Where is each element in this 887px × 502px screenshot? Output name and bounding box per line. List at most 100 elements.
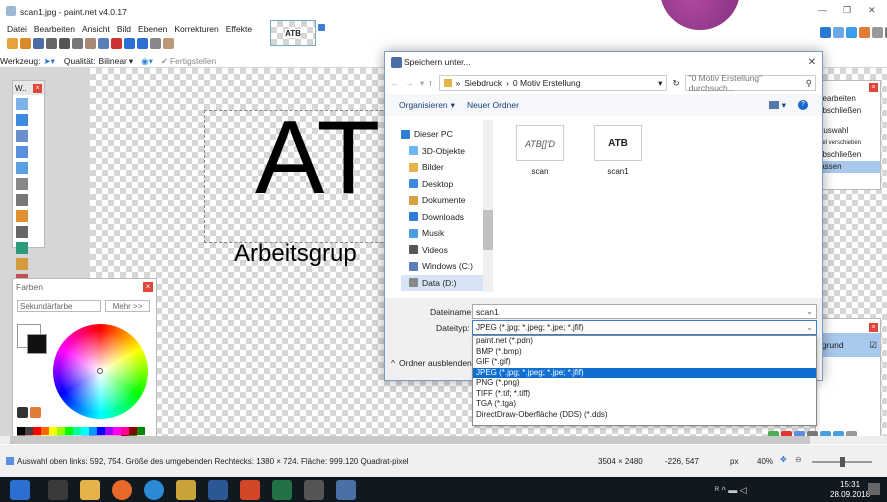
ruler-icon[interactable] (163, 38, 174, 49)
bucket-icon[interactable] (16, 210, 28, 222)
search-input[interactable]: "0 Motiv Erstellung" durchsuch... (689, 73, 806, 93)
browser-icon[interactable] (144, 479, 164, 500)
cut-icon[interactable] (59, 38, 70, 49)
start-icon[interactable] (10, 479, 30, 500)
close-button[interactable]: ✕ (868, 5, 876, 16)
tab-dropdown-icon[interactable] (318, 24, 325, 31)
search-box[interactable]: "0 Motiv Erstellung" durchsuch... ⚲ (684, 73, 816, 93)
gradient-icon[interactable] (16, 226, 28, 238)
excel-icon[interactable] (272, 479, 292, 500)
pan-icon[interactable] (16, 178, 28, 190)
filetype-option[interactable]: DirectDraw-Oberfläche (DDS) (*.dds) (473, 410, 816, 421)
powerpoint-icon[interactable] (240, 479, 260, 500)
crop-icon[interactable] (98, 38, 109, 49)
file-item[interactable]: ATB[]'D scan (509, 125, 571, 187)
settings-app-icon[interactable] (304, 479, 324, 500)
palette-icon[interactable] (17, 407, 28, 418)
zoom-slider[interactable] (812, 457, 872, 467)
paste-icon[interactable] (85, 38, 96, 49)
file-item[interactable]: ATB scan1 (587, 125, 649, 187)
clock[interactable]: 15:31 28.09.2018 (830, 480, 870, 500)
nav-drive-c[interactable]: Windows (C:) (401, 258, 485, 275)
tools-panel-close[interactable]: × (33, 83, 42, 93)
filetype-option[interactable]: GIF (*.gif) (473, 357, 816, 368)
colors-toggle-icon[interactable] (859, 27, 870, 38)
nav-scrollbar[interactable] (483, 120, 493, 292)
move-icon[interactable] (16, 114, 28, 126)
refresh-icon[interactable]: ↻ (672, 78, 679, 89)
filetype-dropdown-list[interactable]: paint.net (*.pdn) BMP (*.bmp) GIF (*.gif… (472, 335, 817, 426)
minimize-button[interactable]: — (818, 5, 827, 15)
dialog-close-button[interactable]: ✕ (808, 57, 816, 68)
zoom-icon[interactable] (16, 162, 28, 174)
print-icon[interactable] (46, 38, 57, 49)
tools-toggle-icon[interactable] (820, 27, 831, 38)
finish-button[interactable]: Fertigstellen (170, 56, 216, 66)
menu-ebenen[interactable]: Ebenen (138, 24, 167, 34)
color-wheel[interactable] (53, 324, 148, 419)
notification-icon[interactable] (868, 483, 880, 495)
copy-icon[interactable] (72, 38, 83, 49)
nav-pictures[interactable]: Bilder (401, 159, 485, 176)
more-button[interactable]: Mehr >> (105, 300, 150, 312)
zoom-out-icon[interactable]: ⊖ (795, 455, 802, 464)
secondary-color-swatch[interactable] (27, 334, 47, 354)
paintnet-icon[interactable] (336, 479, 356, 500)
word-icon[interactable] (208, 479, 228, 500)
grid-icon[interactable] (150, 38, 161, 49)
undo-icon[interactable] (124, 38, 135, 49)
filetype-option[interactable]: TGA (*.tga) (473, 399, 816, 410)
image-thumbnail-tab[interactable]: ATB (270, 20, 316, 46)
filetype-option-selected[interactable]: JPEG (*.jpg; *.jpeg; *.jpe; *.jfif) (473, 367, 816, 378)
menu-korrekturen[interactable]: Korrekturen (174, 24, 218, 34)
redo-icon[interactable] (137, 38, 148, 49)
hide-folders-toggle[interactable]: ^ Ordner ausblenden (391, 358, 472, 368)
filetype-option[interactable]: paint.net (*.pdn) (473, 336, 816, 347)
magic-wand-icon[interactable] (16, 194, 28, 206)
menu-effekte[interactable]: Effekte (226, 24, 252, 34)
history-item[interactable]: ixel verschieben (818, 137, 880, 149)
open-icon[interactable] (20, 38, 31, 49)
new-folder-button[interactable]: Neuer Ordner (467, 100, 519, 110)
filename-input[interactable]: scan1 ⌄ (472, 304, 817, 319)
filetype-option[interactable]: BMP (*.bmp) (473, 347, 816, 358)
nav-3d-objects[interactable]: 3D-Objekte (401, 143, 485, 160)
explorer-icon[interactable] (80, 479, 100, 500)
history-item[interactable]: abschließen (818, 149, 880, 161)
app-icon[interactable] (176, 479, 196, 500)
path-segment[interactable]: Siebdruck (464, 78, 502, 88)
nav-documents[interactable]: Dokumente (401, 192, 485, 209)
menu-bearbeiten[interactable]: Bearbeiten (34, 24, 75, 34)
move-selection-icon[interactable] (16, 146, 28, 158)
menu-bild[interactable]: Bild (117, 24, 131, 34)
rect-select-icon[interactable] (16, 98, 28, 110)
paint-icon[interactable] (16, 242, 28, 254)
new-icon[interactable] (7, 38, 18, 49)
maximize-button[interactable]: ❐ (843, 5, 851, 16)
history-item[interactable]: bearbeiten (818, 93, 880, 105)
cursor-icon[interactable]: ➤▾ (43, 56, 54, 67)
colors-panel-close[interactable]: × (143, 281, 153, 292)
filetype-option[interactable]: PNG (*.png) (473, 378, 816, 389)
nav-this-pc[interactable]: Dieser PC (401, 126, 485, 143)
history-close[interactable]: × (869, 83, 878, 92)
nav-downloads[interactable]: Downloads (401, 209, 485, 226)
filetype-option[interactable]: TIFF (*.tif; *.tiff) (473, 389, 816, 400)
tray-icons[interactable]: ᴿ ^ ▬ ◁ (715, 485, 747, 496)
layer-visibility-checkbox[interactable]: ☑ (869, 340, 877, 351)
blend-icon[interactable]: ◉▾ (141, 56, 153, 67)
nav-music[interactable]: Musik (401, 225, 485, 242)
history-item[interactable]: abschließen (818, 105, 880, 117)
forward-icon[interactable]: → (406, 78, 415, 88)
quality-select[interactable]: Bilinear (99, 56, 127, 66)
filetype-select[interactable]: JPEG (*.jpg; *.jpeg; *.jpe; *.jfif) ⌄ (472, 320, 817, 335)
zoom-fit-icon[interactable]: ✥ (780, 455, 787, 464)
menu-datei[interactable]: Datei (7, 24, 27, 34)
history-item-selected[interactable]: fassen (818, 161, 880, 173)
help-icon[interactable]: ? (798, 100, 808, 110)
zoom-slider-handle[interactable] (840, 457, 845, 467)
recent-icon[interactable]: ▾ (420, 78, 424, 89)
layers-close[interactable]: × (869, 323, 878, 332)
nav-desktop[interactable]: Desktop (401, 176, 485, 193)
horizontal-scrollbar[interactable] (0, 436, 887, 444)
